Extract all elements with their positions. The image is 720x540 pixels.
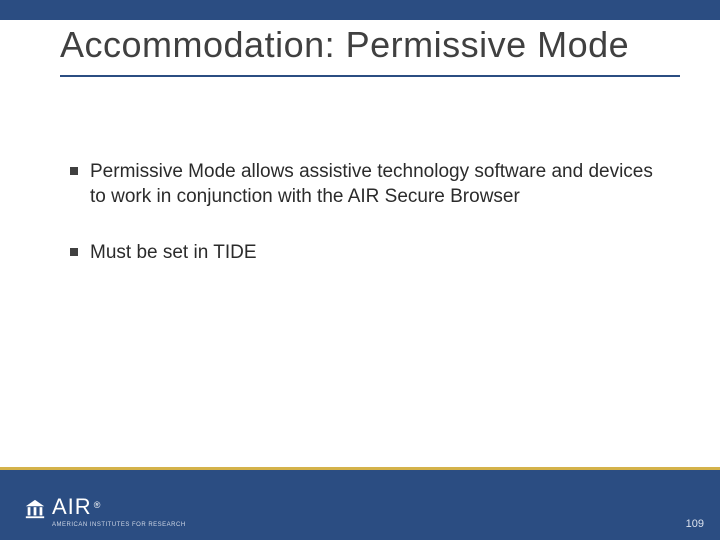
bullet-item: Permissive Mode allows assistive technol… (70, 160, 660, 209)
logo-text-line: AIR® (52, 496, 186, 519)
title-underline (60, 75, 680, 77)
slide-title: Accommodation: Permissive Mode (60, 24, 680, 65)
institute-column-icon (24, 498, 46, 520)
content-area: Permissive Mode allows assistive technol… (70, 160, 660, 298)
logo-subtext: AMERICAN INSTITUTES FOR RESEARCH (52, 522, 186, 528)
slide: Accommodation: Permissive Mode Permissiv… (0, 0, 720, 540)
square-bullet-icon (70, 167, 78, 175)
bullet-text: Must be set in TIDE (90, 241, 257, 266)
logo-text: AIR (52, 494, 92, 519)
bullet-item: Must be set in TIDE (70, 241, 660, 266)
registered-mark: ® (94, 500, 101, 510)
title-block: Accommodation: Permissive Mode (60, 24, 680, 77)
air-logo: AIR® AMERICAN INSTITUTES FOR RESEARCH (24, 496, 186, 528)
top-color-band (0, 0, 720, 20)
bullet-text: Permissive Mode allows assistive technol… (90, 160, 660, 209)
footer-band: AIR® AMERICAN INSTITUTES FOR RESEARCH 10… (0, 470, 720, 540)
page-number: 109 (686, 518, 704, 530)
logo-text-wrap: AIR® AMERICAN INSTITUTES FOR RESEARCH (52, 496, 186, 528)
square-bullet-icon (70, 248, 78, 256)
